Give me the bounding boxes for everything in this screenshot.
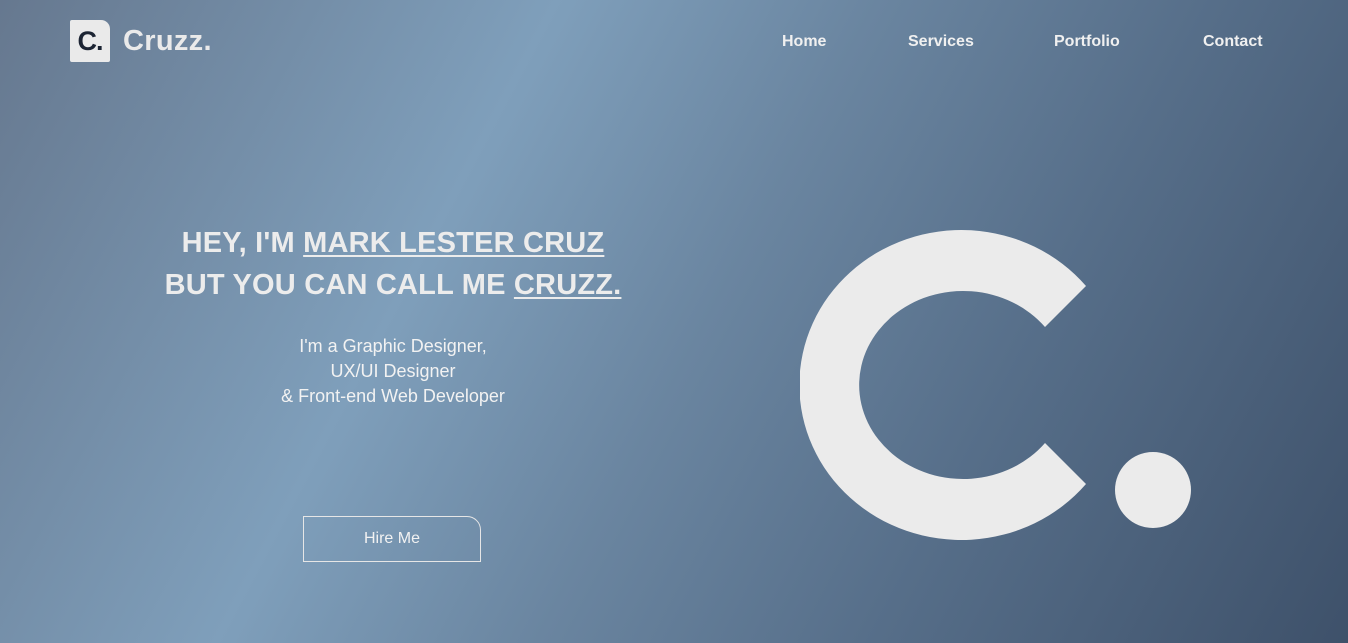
big-c-logo-icon xyxy=(800,230,1191,540)
nav-link-portfolio[interactable]: Portfolio xyxy=(1054,33,1120,51)
headline-nickname: CRUZZ. xyxy=(513,269,622,301)
nav-menu: Home Services Portfolio Contact xyxy=(0,33,1348,55)
hero-subtitle: I'm a Graphic Designer, UX/UI Designer &… xyxy=(118,334,668,409)
subtitle-line: I'm a Graphic Designer, xyxy=(299,336,487,356)
navbar: C. Cruzz. Home Services Portfolio Contac… xyxy=(0,0,1348,86)
nav-link-contact[interactable]: Contact xyxy=(1203,33,1263,51)
headline-greeting: HEY, I'M xyxy=(181,227,304,259)
big-c-letter xyxy=(800,230,1086,540)
subtitle-line: & Front-end Web Developer xyxy=(281,386,505,406)
headline-full-name: MARK LESTER CRUZ xyxy=(303,227,605,259)
nav-link-home[interactable]: Home xyxy=(782,33,826,51)
big-c-dot xyxy=(1115,452,1191,528)
hero-headline: HEY, I'M MARK LESTER CRUZ BUT YOU CAN CA… xyxy=(118,222,668,306)
hire-me-button[interactable]: Hire Me xyxy=(303,516,481,562)
nav-link-services[interactable]: Services xyxy=(908,33,974,51)
subtitle-line: UX/UI Designer xyxy=(330,361,456,381)
headline-call-me: BUT YOU CAN CALL ME xyxy=(164,269,514,301)
hero-section: HEY, I'M MARK LESTER CRUZ BUT YOU CAN CA… xyxy=(118,222,668,409)
headline-line2: BUT YOU CAN CALL ME CRUZZ. xyxy=(165,269,622,301)
headline-line1: HEY, I'M MARK LESTER CRUZ xyxy=(182,227,605,259)
